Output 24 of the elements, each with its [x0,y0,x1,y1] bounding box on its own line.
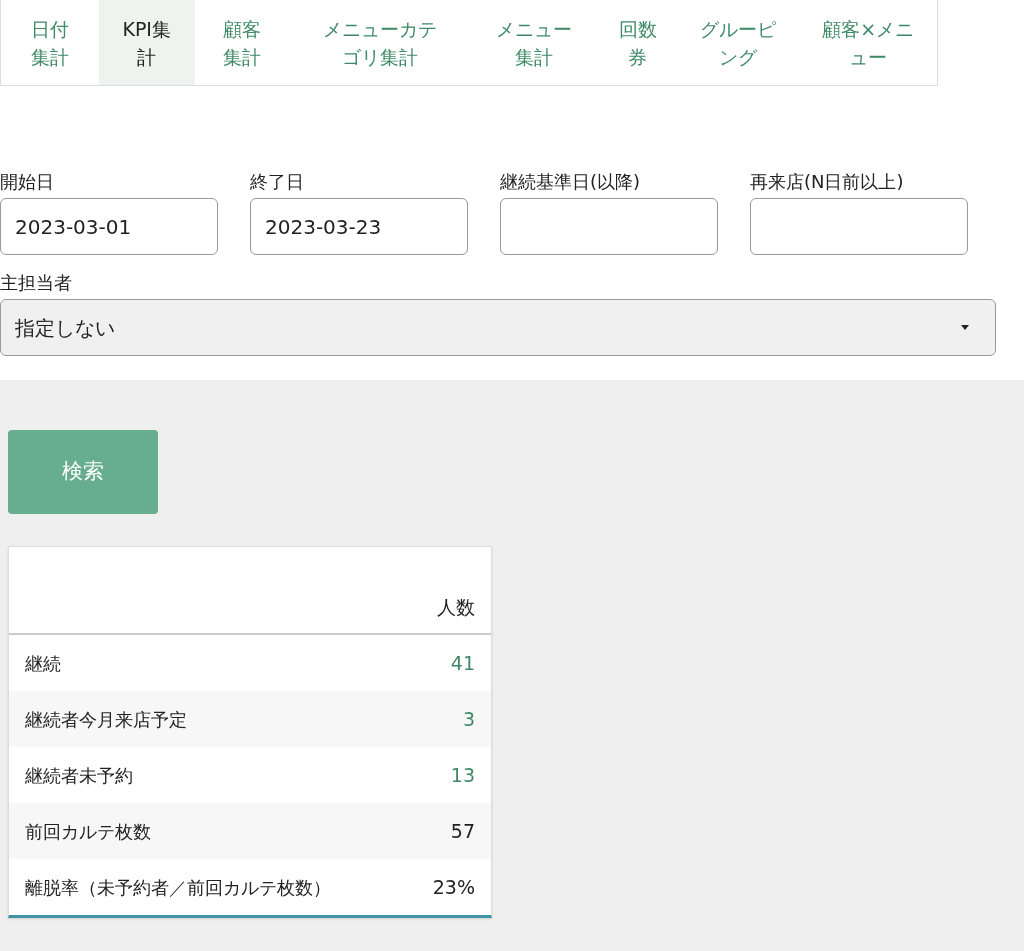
field-label: 再来店(N日前以上) [750,170,905,194]
count-link[interactable]: 3 [462,704,475,734]
date-field[interactable]: 2023-03-01 [0,198,218,255]
count-value: 57 [450,818,475,844]
date-field[interactable] [500,198,718,255]
count-link[interactable]: 13 [450,760,475,790]
row-label: 離脱率（未予約者／前回カルテ枚数） [25,875,331,900]
search-button[interactable]: 検索 [8,430,158,514]
field-label: 継続基準日(以降) [500,170,642,194]
caret-icon [961,325,969,330]
row-label: 継続者今月来店予定 [25,707,187,732]
field-label: 開始日 [0,170,55,194]
date-field[interactable] [750,198,968,255]
field-label: 主担当者 [0,271,73,295]
tab[interactable]: KPI集計 [98,0,195,85]
column-header: 人数 [437,594,475,620]
staff-select[interactable]: 指定しない [0,299,996,356]
row-label: 継続者未予約 [25,763,133,788]
count-link[interactable]: 41 [450,648,475,678]
date-field[interactable]: 2023-03-23 [250,198,468,255]
row-label: 前回カルテ枚数 [25,819,151,844]
count-value: 23% [432,874,475,900]
field-label: 終了日 [250,170,305,194]
row-label: 継続 [25,651,61,676]
